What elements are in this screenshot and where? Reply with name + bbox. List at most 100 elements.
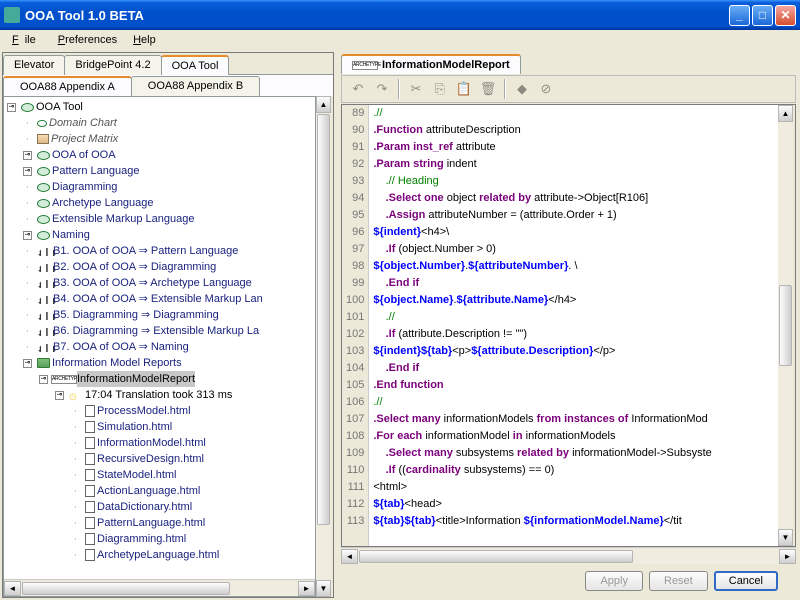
tree-node[interactable]: ·⇃ǀ⇂B5. Diagramming ⇒ Diagramming	[4, 307, 315, 323]
tree-toggle[interactable]: ⊸	[23, 359, 32, 368]
file-icon	[85, 405, 95, 417]
tree-toggle[interactable]: ⊸	[23, 231, 32, 240]
copy-button[interactable]: ⎘	[428, 78, 452, 100]
editor-tab-imr[interactable]: ARCHETYPE InformationModelReport	[341, 54, 521, 74]
tree-node[interactable]: ⊸ Information Model Reports	[4, 355, 315, 371]
nav-back-button[interactable]: ◆	[510, 78, 534, 100]
tab-appendix-b[interactable]: OOA88 Appendix B	[131, 76, 260, 96]
tree-node[interactable]: ·ActionLanguage.html	[4, 483, 315, 499]
tree-node[interactable]: ·⇃ǀ⇂B3. OOA of OOA ⇒ Archetype Language	[4, 275, 315, 291]
tab-bridgepoint[interactable]: BridgePoint 4.2	[64, 55, 161, 75]
bridge-icon: ⇃ǀ⇂	[37, 293, 51, 305]
tree-label: B2. OOA of OOA ⇒ Diagramming	[53, 259, 216, 275]
redo-button[interactable]: ↷	[370, 78, 394, 100]
code-editor[interactable]: 8990919293949596979899100101102103104105…	[342, 105, 778, 546]
tree-label: 17:04 Translation took 313 ms	[85, 387, 232, 403]
tree-node[interactable]: ·PatternLanguage.html	[4, 515, 315, 531]
tree-hscroll[interactable]: ◄►	[4, 579, 315, 596]
tree-label: OOA Tool	[36, 99, 83, 115]
tree-label: Information Model Reports	[52, 355, 182, 371]
cut-button[interactable]: ✂	[404, 78, 428, 100]
tree-toggle[interactable]: ⊸	[55, 391, 64, 400]
tree-node[interactable]: ⊸Naming	[4, 227, 315, 243]
tree-node[interactable]: ⊸ARCHETYPE InformationModelReport	[4, 371, 315, 387]
tree-toggle[interactable]: ⊸	[23, 167, 32, 176]
tree-label: Archetype Language	[52, 195, 154, 211]
nav-fwd-button[interactable]: ⊘	[534, 78, 558, 100]
file-icon	[85, 517, 95, 529]
file-icon	[85, 453, 95, 465]
tree-node[interactable]: ·InformationModel.html	[4, 435, 315, 451]
maximize-button[interactable]: □	[752, 5, 773, 26]
tree-label: B5. Diagramming ⇒ Diagramming	[53, 307, 219, 323]
file-icon	[85, 485, 95, 497]
window-title: OOA Tool 1.0 BETA	[25, 8, 727, 23]
editor-hscroll[interactable]: ◄►	[341, 547, 796, 564]
tree-node[interactable]: ·StateModel.html	[4, 467, 315, 483]
tree-node[interactable]: ·ProcessModel.html	[4, 403, 315, 419]
apply-button[interactable]: Apply	[585, 571, 643, 591]
tree-node[interactable]: ⊸OOA of OOA	[4, 147, 315, 163]
tree-node[interactable]: ·DataDictionary.html	[4, 499, 315, 515]
domain-small-icon	[37, 120, 47, 127]
left-panel: Elevator BridgePoint 4.2 OOA Tool OOA88 …	[2, 52, 334, 598]
tree-node[interactable]: ⊸ ۞17:04 Translation took 313 ms	[4, 387, 315, 403]
menu-file[interactable]: File	[6, 32, 48, 48]
tree-label: StateModel.html	[97, 467, 176, 483]
tree-node[interactable]: ·Archetype Language	[4, 195, 315, 211]
menu-help[interactable]: Help	[127, 32, 162, 48]
tree-toggle[interactable]: ⊸	[7, 103, 16, 112]
tree-label: PatternLanguage.html	[97, 515, 205, 531]
close-button[interactable]: ✕	[775, 5, 796, 26]
tree-node[interactable]: ·⇃ǀ⇂B2. OOA of OOA ⇒ Diagramming	[4, 259, 315, 275]
tree-node[interactable]: ·Diagramming	[4, 179, 315, 195]
tree-label: InformationModelReport	[77, 371, 195, 387]
editor-vscroll[interactable]: ▲▼	[778, 105, 795, 546]
archetype-icon: ARCHETYPE	[352, 61, 378, 70]
menu-preferences[interactable]: Preferences	[52, 32, 123, 48]
tree-label: Diagramming	[52, 179, 117, 195]
delete-button[interactable]: 🗑	[476, 78, 500, 100]
tab-ooa-tool[interactable]: OOA Tool	[161, 55, 230, 75]
tree-node[interactable]: ⊸ OOA Tool	[4, 99, 315, 115]
tree-node[interactable]: ·⇃ǀ⇂B7. OOA of OOA ⇒ Naming	[4, 339, 315, 355]
menu-bar: File Preferences Help	[0, 30, 800, 50]
tree-toggle[interactable]: ⊸	[39, 375, 48, 384]
tree-toggle[interactable]: ⊸	[23, 151, 32, 160]
file-icon	[85, 469, 95, 481]
tree-node[interactable]: ·Simulation.html	[4, 419, 315, 435]
tree-label: Pattern Language	[52, 163, 139, 179]
tree-node[interactable]: ·RecursiveDesign.html	[4, 451, 315, 467]
tree-vscroll[interactable]: ▲▼	[316, 96, 333, 597]
file-icon	[85, 549, 95, 561]
tree-node[interactable]: ·⇃ǀ⇂B4. OOA of OOA ⇒ Extensible Markup L…	[4, 291, 315, 307]
bridge-icon: ⇃ǀ⇂	[37, 325, 51, 337]
tree-node[interactable]: ·⇃ǀ⇂B1. OOA of OOA ⇒ Pattern Language	[4, 243, 315, 259]
tree-node[interactable]: ·Domain Chart	[4, 115, 315, 131]
project-icon	[37, 134, 49, 144]
tree-node[interactable]: ·ArchetypeLanguage.html	[4, 547, 315, 563]
gear-icon: ۞	[69, 389, 83, 401]
code-content[interactable]: .//.Function attributeDescription.Param …	[369, 105, 715, 546]
paste-button[interactable]: 📋	[452, 78, 476, 100]
tree-label: B1. OOA of OOA ⇒ Pattern Language	[53, 243, 238, 259]
minimize-button[interactable]: _	[729, 5, 750, 26]
cancel-button[interactable]: Cancel	[714, 571, 778, 591]
tree-node[interactable]: ·Diagramming.html	[4, 531, 315, 547]
tab-appendix-a[interactable]: OOA88 Appendix A	[3, 76, 132, 96]
tree-node[interactable]: ·Project Matrix	[4, 131, 315, 147]
tree-node[interactable]: ·⇃ǀ⇂B6. Diagramming ⇒ Extensible Markup …	[4, 323, 315, 339]
window-titlebar: OOA Tool 1.0 BETA _ □ ✕	[0, 0, 800, 30]
reset-button[interactable]: Reset	[649, 571, 708, 591]
tree-view[interactable]: ⊸ OOA Tool·Domain Chart·Project Matrix⊸OO…	[3, 96, 316, 597]
domain-icon	[37, 215, 50, 224]
undo-button[interactable]: ↶	[346, 78, 370, 100]
domain-icon	[37, 151, 50, 160]
tree-label: ActionLanguage.html	[97, 483, 200, 499]
project-tabs: Elevator BridgePoint 4.2 OOA Tool	[3, 53, 333, 75]
tree-label: B3. OOA of OOA ⇒ Archetype Language	[53, 275, 252, 291]
tree-label: Extensible Markup Language	[52, 211, 194, 227]
tab-elevator[interactable]: Elevator	[3, 55, 65, 75]
tree-node[interactable]: ⊸ Pattern Language	[4, 163, 315, 179]
tree-node[interactable]: ·Extensible Markup Language	[4, 211, 315, 227]
